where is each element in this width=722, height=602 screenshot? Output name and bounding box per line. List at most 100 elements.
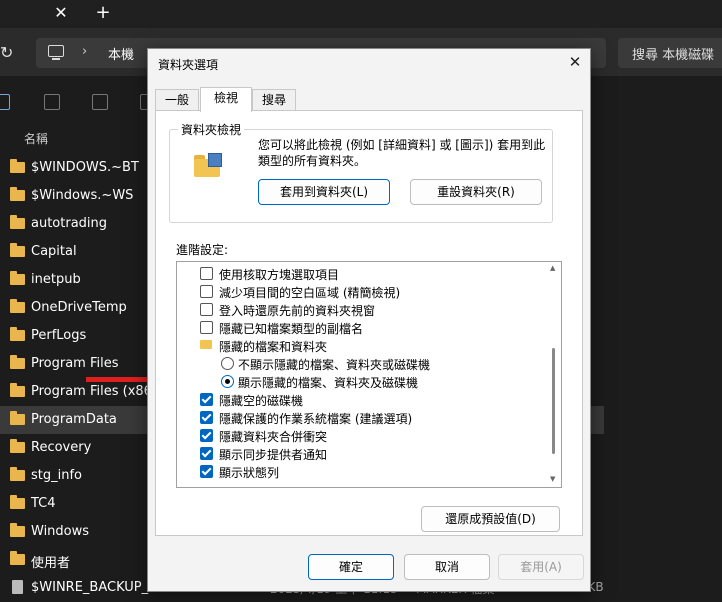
folder-view-icon xyxy=(194,153,224,177)
setting-checkbox[interactable]: 顯示狀態列 xyxy=(177,463,547,481)
advanced-settings-label: 進階設定: xyxy=(176,243,229,257)
column-header-name[interactable]: 名稱 xyxy=(24,130,48,147)
rename-icon[interactable] xyxy=(92,94,108,110)
setting-folder: 隱藏的檔案和資料夾 xyxy=(177,337,547,355)
file-name: Capital xyxy=(31,244,77,259)
advanced-settings-list[interactable]: 顯示狀態列 顯示同步提供者通知 隱藏資料夾合併衝突 隱藏保護的作業系統檔案 (建議選項… xyxy=(176,261,562,488)
computer-icon xyxy=(48,45,64,57)
setting-label: 隱藏保護的作業系統檔案 (建議選項) xyxy=(219,412,413,426)
refresh-icon[interactable]: ↻ xyxy=(0,43,13,62)
checkbox-checked[interactable] xyxy=(200,465,213,478)
reset-folders-button[interactable]: 重設資料夾(R) xyxy=(410,179,542,205)
file-name: inetpub xyxy=(31,272,81,287)
folder-icon xyxy=(10,243,25,257)
close-tab-icon[interactable]: ✕ xyxy=(52,3,70,23)
setting-checkbox[interactable]: 登入時還原先前的資料夾視窗 xyxy=(177,301,547,319)
tab-general[interactable]: 一般 xyxy=(155,89,199,111)
search-placeholder: 搜尋 本機磁碟 xyxy=(632,48,715,63)
setting-checkbox[interactable]: 隱藏資料夾合併衝突 xyxy=(177,427,547,445)
scroll-thumb[interactable] xyxy=(552,348,555,454)
setting-label: 不顯示隱藏的檔案、資料夾或磁碟機 xyxy=(238,358,431,372)
folder-icon xyxy=(10,215,25,229)
radio-selected[interactable] xyxy=(221,375,234,388)
file-name: TC4 xyxy=(31,496,56,511)
folder-icon xyxy=(10,159,25,173)
setting-checkbox[interactable]: 減少項目間的空白區域 (精簡檢視) xyxy=(177,283,547,301)
scroll-up-icon[interactable]: ▲ xyxy=(550,264,555,272)
checkbox-checked[interactable] xyxy=(200,393,213,406)
folder-icon xyxy=(10,299,25,313)
folder-icon xyxy=(10,327,25,341)
group-description: 您可以將此檢視 (例如 [詳細資料] 或 [圖示]) 套用到此類型的所有資料夾。 xyxy=(258,138,546,168)
new-tab-icon[interactable]: + xyxy=(94,3,112,23)
tab-search[interactable]: 搜尋 xyxy=(252,89,296,111)
checkbox-unchecked[interactable] xyxy=(200,321,213,334)
radio-unselected[interactable] xyxy=(221,357,234,370)
checkbox-unchecked[interactable] xyxy=(200,267,213,280)
new-item-icon[interactable] xyxy=(0,94,10,110)
file-name: autotrading xyxy=(31,216,108,231)
folder-icon xyxy=(10,467,25,481)
checkbox-unchecked[interactable] xyxy=(200,303,213,316)
setting-checkbox[interactable]: 隱藏已知檔案類型的副檔名 xyxy=(177,319,547,337)
file-name: stg_info xyxy=(31,468,83,483)
file-name: 使用者 xyxy=(31,556,71,571)
cancel-button[interactable]: 取消 xyxy=(404,554,490,580)
paste-icon[interactable] xyxy=(44,94,60,110)
setting-label: 隱藏空的磁碟機 xyxy=(219,394,304,408)
folder-icon xyxy=(200,340,212,349)
chevron-right-icon: › xyxy=(82,44,88,59)
setting-label: 隱藏已知檔案類型的副檔名 xyxy=(219,322,364,336)
setting-label: 隱藏的檔案和資料夾 xyxy=(219,340,328,354)
checkbox-unchecked[interactable] xyxy=(200,285,213,298)
setting-label: 顯示同步提供者通知 xyxy=(219,448,328,462)
folder-icon xyxy=(10,551,25,565)
folder-icon xyxy=(10,411,25,425)
setting-radio[interactable]: 顯示隱藏的檔案、資料夾及磁碟機 xyxy=(177,373,547,391)
file-name: Recovery xyxy=(31,440,92,455)
folder-icon xyxy=(10,495,25,509)
folder-icon xyxy=(10,523,25,537)
folder-options-dialog: 資料夾選項 ✕ 一般 檢視 搜尋 資料夾檢視 您可以將此檢視 (例如 [詳細資料… xyxy=(147,48,591,592)
setting-label: 使用核取方塊選取項目 xyxy=(219,268,340,282)
group-title: 資料夾檢視 xyxy=(178,121,245,138)
file-name: Windows xyxy=(31,524,90,539)
file-icon xyxy=(12,580,23,594)
setting-checkbox[interactable]: 顯示同步提供者通知 xyxy=(177,445,547,463)
tab-view[interactable]: 檢視 xyxy=(200,87,252,112)
folder-icon xyxy=(10,355,25,369)
folder-icon xyxy=(10,439,25,453)
close-icon[interactable]: ✕ xyxy=(567,53,583,71)
checkbox-checked[interactable] xyxy=(200,429,213,442)
folder-icon xyxy=(10,187,25,201)
setting-label: 顯示隱藏的檔案、資料夾及磁碟機 xyxy=(238,376,419,390)
apply-to-folders-button[interactable]: 套用到資料夾(L) xyxy=(258,179,390,205)
checkbox-checked[interactable] xyxy=(200,411,213,424)
restore-defaults-button[interactable]: 還原成預設值(D) xyxy=(421,506,560,532)
setting-label: 顯示狀態列 xyxy=(219,466,280,480)
dialog-title: 資料夾選項 xyxy=(158,58,219,72)
computer-stand-icon xyxy=(52,58,60,60)
file-name: ProgramData xyxy=(31,412,117,427)
file-name: Program Files (x86) xyxy=(31,384,158,399)
scroll-down-icon[interactable]: ▼ xyxy=(550,475,555,483)
folder-icon xyxy=(10,271,25,285)
scrollbar[interactable]: ▲ ▼ xyxy=(548,262,560,487)
file-name: OneDriveTemp xyxy=(31,300,127,315)
setting-label: 減少項目間的空白區域 (精簡檢視) xyxy=(219,286,401,300)
apply-button[interactable]: 套用(A) xyxy=(498,554,584,580)
setting-radio[interactable]: 不顯示隱藏的檔案、資料夾或磁碟機 xyxy=(177,355,547,373)
file-name: $WINDOWS.~BT xyxy=(31,160,139,175)
ok-button[interactable]: 確定 xyxy=(308,554,394,580)
folder-icon xyxy=(10,383,25,397)
setting-checkbox[interactable]: 使用核取方塊選取項目 xyxy=(177,265,547,283)
file-name: $Windows.~WS xyxy=(31,188,134,203)
setting-checkbox[interactable]: 隱藏保護的作業系統檔案 (建議選項) xyxy=(177,409,547,427)
setting-checkbox[interactable]: 隱藏空的磁碟機 xyxy=(177,391,547,409)
setting-label: 登入時還原先前的資料夾視窗 xyxy=(219,304,376,318)
setting-label: 隱藏資料夾合併衝突 xyxy=(219,430,328,444)
checkbox-checked[interactable] xyxy=(200,447,213,460)
file-name: Program Files xyxy=(31,356,119,371)
file-name: PerfLogs xyxy=(31,328,87,343)
breadcrumb[interactable]: 本機 xyxy=(108,44,134,63)
